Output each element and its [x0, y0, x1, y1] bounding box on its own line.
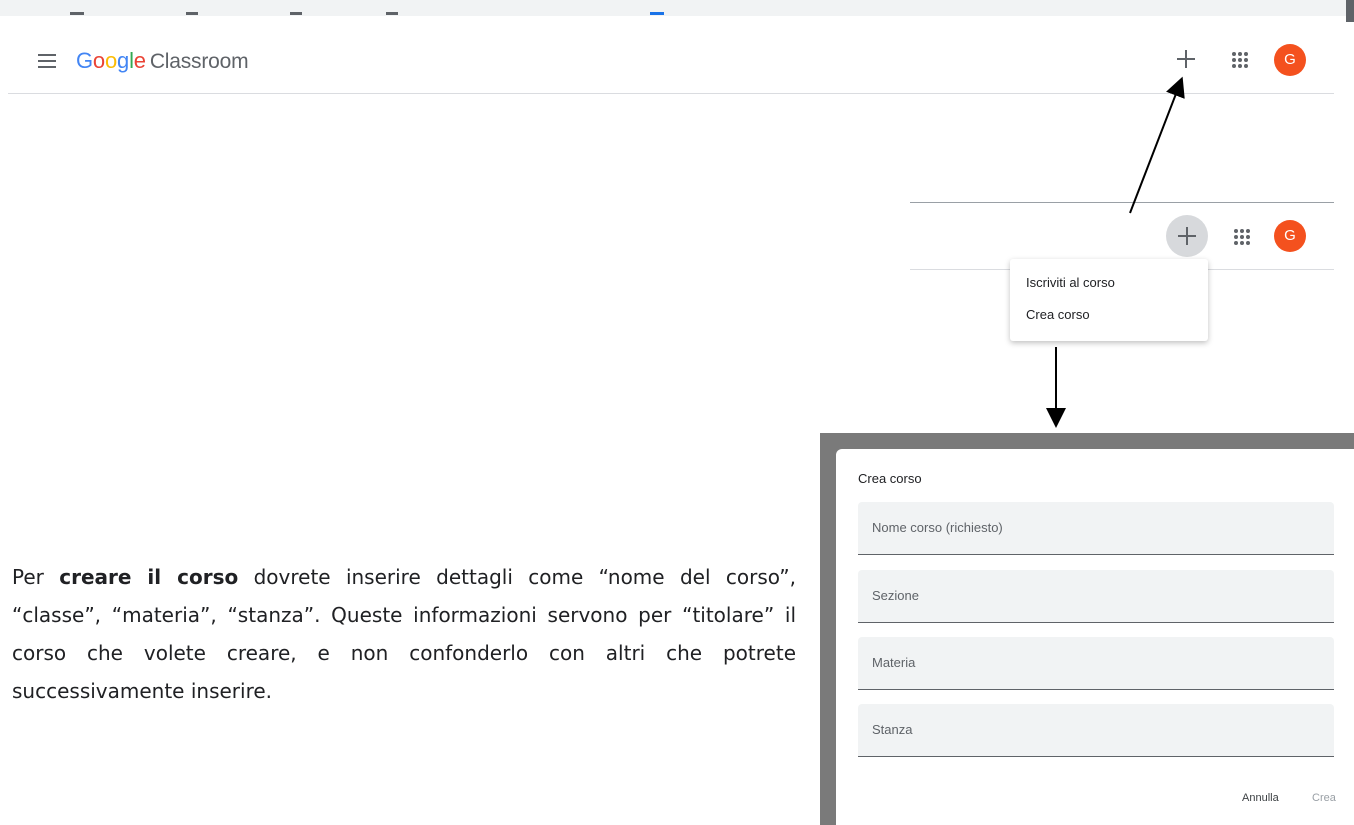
- plus-button-active[interactable]: [1166, 215, 1208, 257]
- instruction-paragraph: Per creare il corso dovrete inserire det…: [12, 565, 796, 703]
- subject-field[interactable]: Materia: [858, 637, 1334, 690]
- browser-tab-strip: [0, 0, 1354, 16]
- create-button[interactable]: Crea: [1312, 792, 1336, 804]
- google-wordmark: Google: [76, 48, 146, 73]
- menu-item-create-course[interactable]: Crea corso: [1026, 307, 1090, 322]
- tab-edge: [186, 12, 198, 15]
- add-course-plus-icon[interactable]: [1176, 49, 1196, 69]
- emphasis-create-course: creare il corso: [59, 565, 239, 589]
- add-menu-dropdown: Iscriviti al corso Crea corso: [1010, 259, 1208, 341]
- main-menu-icon[interactable]: [38, 54, 56, 68]
- plus-icon: [1177, 226, 1197, 246]
- tab-edge: [386, 12, 398, 15]
- account-avatar[interactable]: G: [1274, 44, 1306, 76]
- room-field[interactable]: Stanza: [858, 704, 1334, 757]
- tab-edge: [70, 12, 84, 15]
- app-header: Google Classroom G: [8, 22, 1334, 94]
- google-classroom-logo[interactable]: Google Classroom: [76, 48, 249, 74]
- apps-grid-icon[interactable]: [1232, 52, 1248, 68]
- window-scrollbar[interactable]: [1346, 0, 1354, 22]
- dialog-title: Crea corso: [858, 471, 922, 486]
- section-field[interactable]: Sezione: [858, 570, 1334, 623]
- tab-edge: [290, 12, 302, 15]
- arrow-to-plus: [1129, 76, 1185, 214]
- menu-item-join-course[interactable]: Iscriviti al corso: [1026, 275, 1115, 290]
- apps-grid-icon[interactable]: [1234, 229, 1250, 245]
- course-name-field[interactable]: Nome corso (richiesto): [858, 502, 1334, 555]
- create-course-dialog: Crea corso Nome corso (richiesto) Sezion…: [836, 449, 1354, 825]
- cancel-button[interactable]: Annulla: [1242, 792, 1279, 804]
- active-tab-indicator: [650, 12, 664, 15]
- account-avatar[interactable]: G: [1274, 220, 1306, 252]
- product-name: Classroom: [149, 50, 249, 73]
